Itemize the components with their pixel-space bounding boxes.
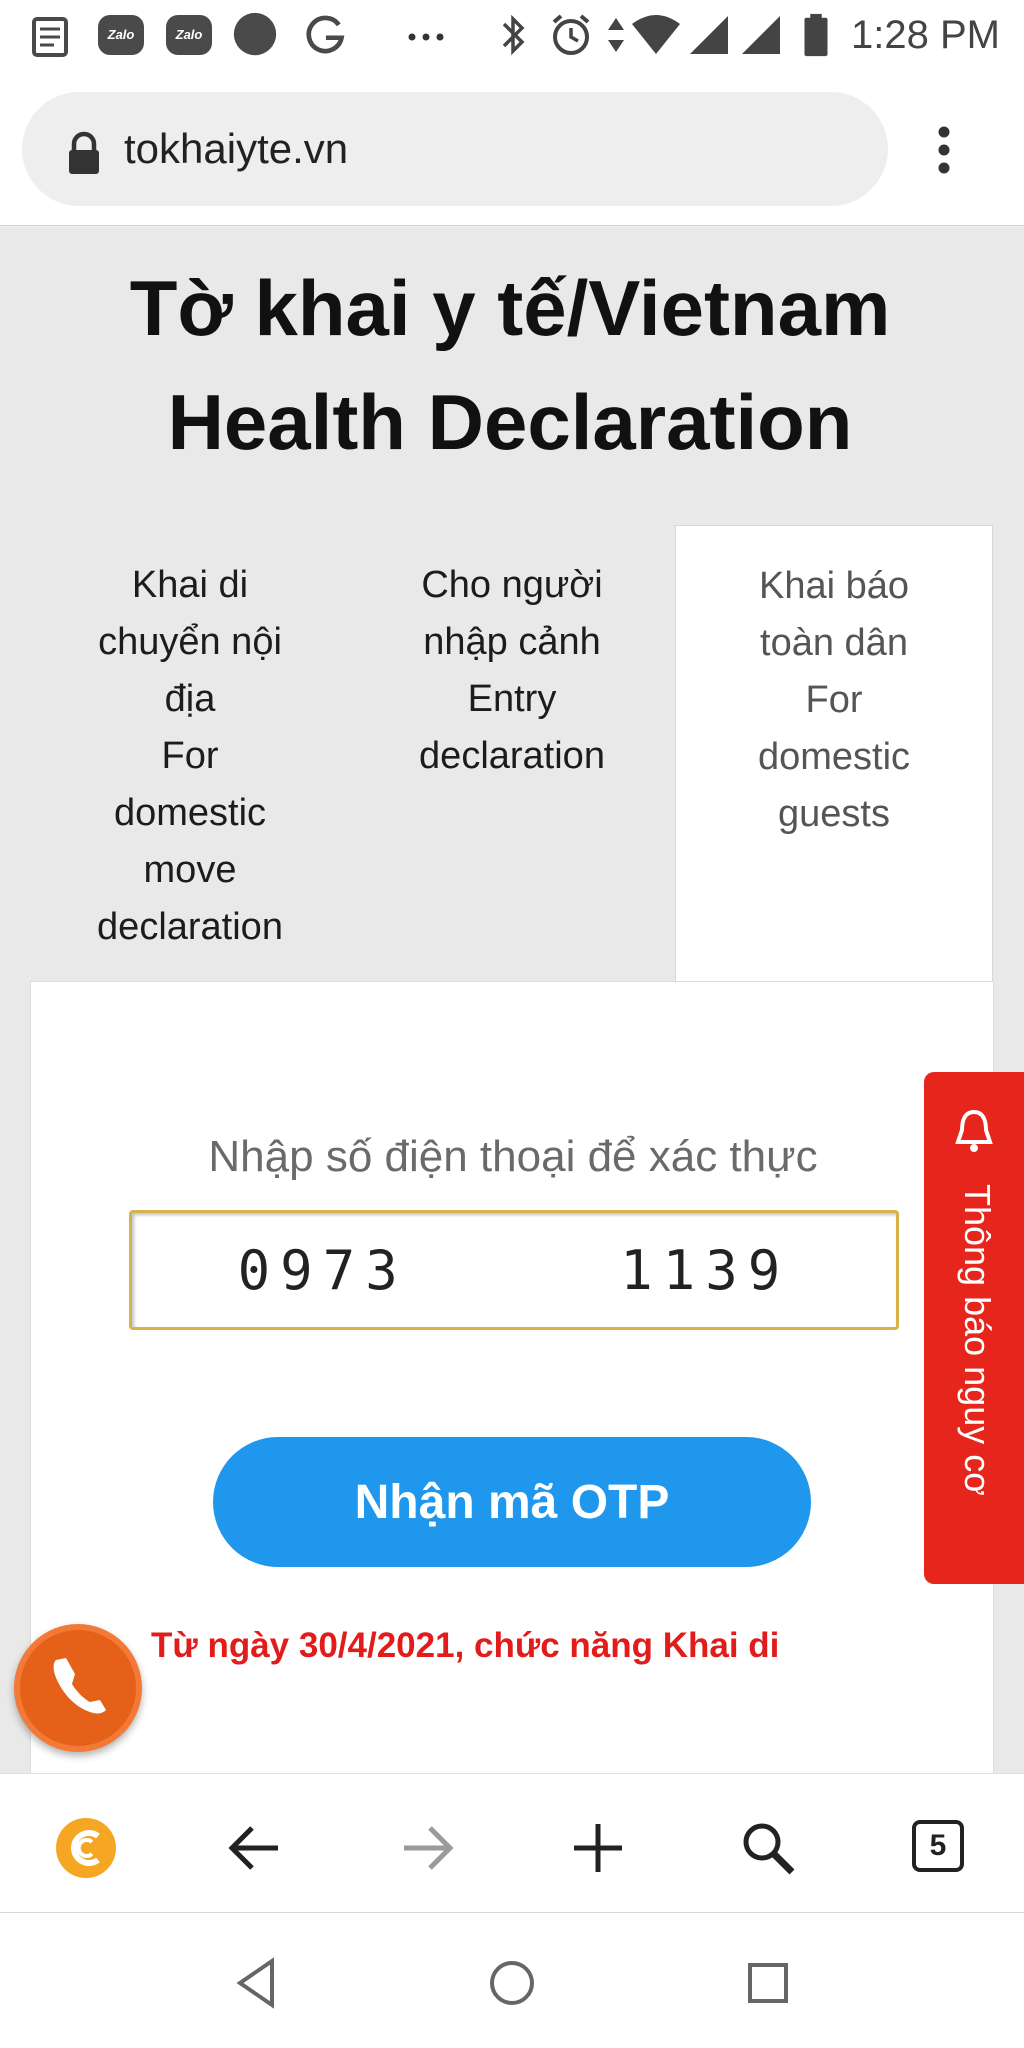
tab-label-line: guests — [778, 793, 890, 835]
nav-home-icon[interactable] — [482, 1953, 542, 2013]
status-time: 1:28 PM — [851, 13, 1000, 57]
browser-address-bar: tokhaiyte.vn — [0, 72, 1024, 226]
tab-label-line: Cho người — [421, 564, 603, 606]
back-arrow-icon[interactable] — [216, 1808, 296, 1888]
get-otp-button[interactable]: Nhận mã OTP — [213, 1437, 811, 1567]
search-icon[interactable] — [728, 1808, 808, 1888]
url-text: tokhaiyte.vn — [124, 125, 349, 172]
tab-domestic-move[interactable]: Khai di chuyển nội địa For domestic move… — [60, 557, 320, 956]
wifi-icon — [632, 15, 680, 54]
risk-tab-label: Thông báo nguy cơ — [957, 1184, 998, 1496]
tab-entry-declaration[interactable]: Cho người nhập cảnh Entry declaration — [380, 557, 644, 785]
zalo-icon: Zalo — [166, 15, 212, 55]
browser-logo-icon[interactable] — [46, 1808, 126, 1888]
page-title: Tờ khai y tế/Vietnam Health Declaration — [129, 264, 891, 466]
tab-label-line: Entry — [467, 678, 557, 720]
tab-label-line: domestic — [113, 792, 267, 834]
tab-label-line: declaration — [97, 906, 283, 948]
lock-icon — [69, 131, 99, 174]
nav-back-icon[interactable] — [228, 1953, 288, 2013]
data-arrows-icon — [608, 18, 624, 52]
tab-label-line: declaration — [419, 735, 605, 777]
browser-toolbar: 5 — [0, 1773, 1024, 1913]
new-tab-plus-icon[interactable] — [558, 1808, 638, 1888]
more-dots-icon — [408, 33, 444, 41]
circle-icon — [233, 12, 277, 56]
notice-text: Từ ngày 30/4/2021, chức năng Khai di — [151, 1626, 780, 1665]
more-vert-icon[interactable] — [930, 124, 958, 176]
bluetooth-icon — [502, 14, 525, 56]
signal-icon — [742, 16, 780, 54]
phone-icon — [53, 1658, 106, 1714]
zalo-icon: Zalo — [98, 15, 144, 55]
url-field[interactable]: tokhaiyte.vn — [22, 92, 888, 206]
risk-notification-tab[interactable]: Thông báo nguy cơ — [924, 1072, 1024, 1584]
tab-label-line: Khai báo — [758, 565, 909, 607]
status-bar: Zalo Zalo 1:28 PM — [0, 0, 1024, 72]
g-icon — [306, 15, 345, 54]
nav-recents-icon[interactable] — [738, 1953, 798, 2013]
bell-icon — [955, 1109, 993, 1152]
battery-icon — [804, 13, 828, 57]
tab-label-line: move — [143, 849, 237, 891]
tab-label-line: toàn dân — [760, 622, 908, 664]
phone-input[interactable] — [129, 1210, 899, 1330]
tab-label-line: chuyển nội — [98, 621, 282, 663]
tab-switcher-button[interactable]: 5 — [912, 1820, 964, 1872]
verification-form: Nhập số điện thoại để xác thực Nhận mã O… — [30, 981, 994, 1773]
tab-label-line: For — [805, 679, 863, 721]
signal-icon — [690, 16, 728, 54]
forward-arrow-icon[interactable] — [386, 1808, 466, 1888]
news-icon — [32, 17, 68, 57]
tab-label-line: địa — [164, 678, 216, 720]
tab-label-line: nhập cảnh — [423, 621, 601, 663]
call-button[interactable] — [14, 1624, 142, 1752]
phone-label: Nhập số điện thoại để xác thực — [208, 1132, 818, 1181]
web-page: Tờ khai y tế/Vietnam Health Declaration … — [0, 227, 1024, 1773]
android-nav-bar — [0, 1913, 1024, 2048]
tab-label-line: For — [161, 735, 219, 777]
tab-label-line: domestic — [757, 736, 911, 778]
alarm-icon — [552, 14, 590, 55]
tab-label-line: Khai di — [131, 564, 249, 606]
